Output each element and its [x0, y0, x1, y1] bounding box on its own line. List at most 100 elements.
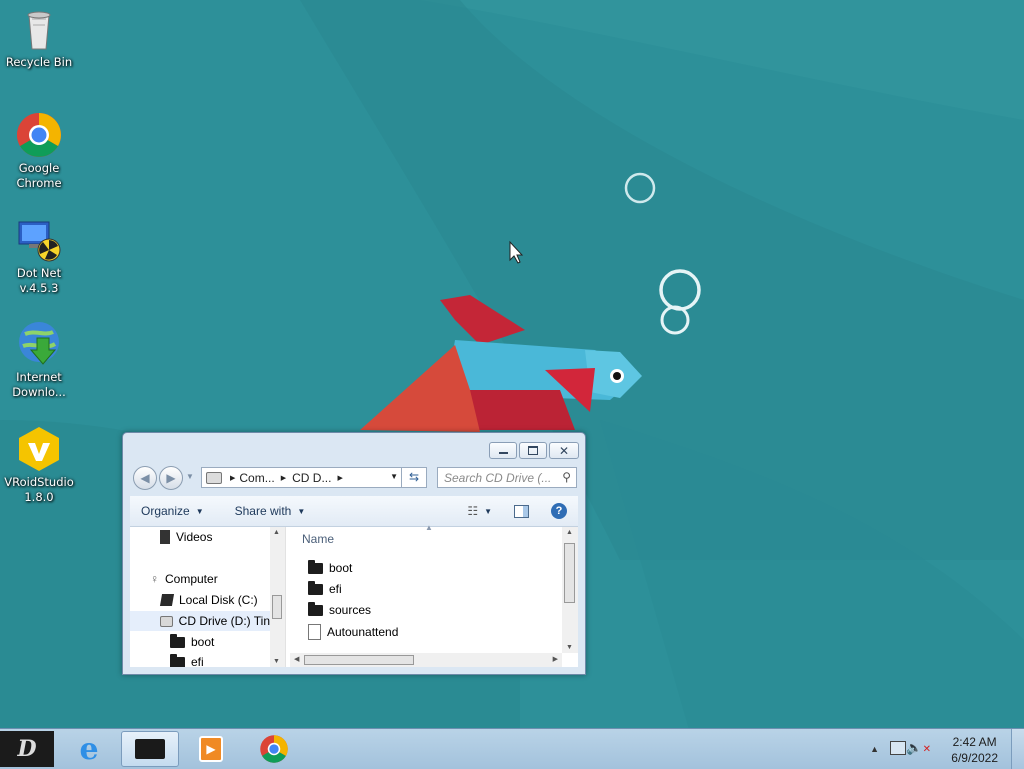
scroll-left-icon: ◀ — [294, 656, 300, 663]
file-list-pane[interactable]: ▲ Name boot efi sources Autounattend ▲ ▼… — [290, 523, 578, 667]
folder-icon — [308, 601, 323, 616]
file-row[interactable]: boot — [308, 559, 352, 575]
breadcrumb-computer[interactable]: Com... — [239, 471, 274, 485]
recent-pages-dropdown[interactable]: ▼ — [186, 472, 194, 481]
show-desktop-button[interactable] — [1011, 729, 1024, 769]
window-caption-buttons: ✕ — [489, 442, 579, 459]
help-icon: ? — [551, 503, 567, 519]
close-button[interactable]: ✕ — [549, 442, 579, 459]
command-bar: Organize ▼ Share with ▼ ☷ ▼ ? — [130, 496, 578, 527]
desktop-icon-google-chrome[interactable]: Google Chrome — [1, 111, 77, 191]
chevron-down-icon: ▼ — [195, 506, 204, 516]
nav-pane-scrollbar[interactable]: ▲ ▼ — [270, 527, 285, 667]
tree-item-label: efi — [191, 655, 204, 667]
minimize-button[interactable] — [489, 442, 517, 459]
breadcrumb-separator-icon: ▶ — [280, 474, 287, 482]
cd-drive-icon — [206, 471, 222, 484]
show-hidden-icons-button[interactable]: ▲ — [870, 744, 879, 754]
navigation-pane[interactable]: Videos ♀ Computer Local Disk (C:) CD Dri… — [130, 527, 286, 667]
scroll-thumb[interactable] — [564, 543, 575, 603]
search-placeholder: Search CD Drive (... — [444, 470, 552, 485]
breadcrumb-separator-icon: ▶ — [337, 474, 343, 482]
dot-net-installer-icon — [15, 216, 63, 264]
scroll-up-icon: ▲ — [273, 529, 280, 536]
taskbar-file-explorer[interactable] — [121, 731, 179, 767]
file-name: sources — [329, 603, 372, 617]
start-logo-icon: Ⅾ — [17, 736, 37, 762]
taskbar-internet-explorer[interactable]: e — [60, 731, 118, 767]
organize-label: Organize — [141, 504, 190, 518]
tree-item-label: boot — [191, 635, 215, 649]
scroll-thumb[interactable] — [272, 595, 282, 619]
recycle-bin-icon — [15, 5, 63, 53]
back-button[interactable]: ◀ — [133, 466, 157, 490]
desktop-icon-vroid-studio[interactable]: VRoidStudio 1.8.0 — [1, 425, 77, 505]
computer-icon: ♀ — [150, 572, 159, 586]
file-list-horizontal-scrollbar[interactable]: ◀ ▶ — [290, 653, 562, 667]
chrome-icon — [260, 735, 288, 763]
column-header-name[interactable]: Name — [290, 527, 548, 551]
share-with-label: Share with — [234, 504, 292, 518]
system-clock[interactable]: 2:42 AM 6/9/2022 — [951, 734, 998, 766]
clock-time: 2:42 AM — [952, 735, 997, 749]
navigation-bar: ◀ ▶ ▼ ▶ Com... ▶ CD D... ▶ ▼ ⇆ Search CD… — [131, 466, 577, 490]
scroll-up-icon: ▲ — [566, 529, 573, 536]
file-name: Autounattend — [327, 625, 399, 639]
file-row[interactable]: efi — [308, 580, 342, 596]
file-row[interactable]: sources — [308, 601, 372, 617]
start-button[interactable]: Ⅾ — [0, 731, 54, 767]
forward-button[interactable]: ▶ — [159, 466, 183, 490]
desktop-icon-recycle-bin[interactable]: Recycle Bin — [1, 5, 77, 70]
maximize-button[interactable] — [519, 442, 547, 459]
clock-date: 6/9/2022 — [951, 751, 998, 765]
taskbar-google-chrome[interactable] — [245, 731, 303, 767]
organize-menu[interactable]: Organize ▼ — [130, 504, 215, 518]
file-list-vertical-scrollbar[interactable]: ▲ ▼ — [562, 527, 578, 653]
address-history-dropdown[interactable]: ▼ — [390, 472, 398, 481]
tree-item-computer[interactable]: ♀ Computer — [150, 572, 218, 586]
desktop-icon-dot-net[interactable]: Dot Net v.4.5.3 — [1, 216, 77, 296]
scroll-right-icon: ▶ — [552, 656, 558, 663]
change-view-button[interactable]: ☷ ▼ — [456, 504, 503, 518]
restore-icon — [528, 446, 538, 455]
media-player-icon: ▶ — [199, 736, 223, 762]
back-arrow-icon: ◀ — [140, 471, 150, 485]
desktop-icon-label: Recycle Bin — [5, 55, 73, 69]
minimize-icon — [498, 452, 508, 454]
vroid-studio-icon — [15, 425, 63, 473]
tree-item-label: Local Disk (C:) — [179, 593, 258, 607]
tree-item-videos[interactable]: Videos — [160, 530, 212, 544]
chevron-down-icon: ▼ — [297, 506, 306, 516]
tree-item-boot[interactable]: boot — [170, 633, 215, 649]
file-explorer-window[interactable]: ✕ ◀ ▶ ▼ ▶ Com... ▶ CD D... ▶ ▼ ⇆ Search … — [122, 432, 586, 675]
taskbar-media-player[interactable]: ▶ — [182, 731, 240, 767]
search-input[interactable]: Search CD Drive (... ⚲ — [437, 467, 577, 488]
desktop-icon-label: VRoidStudio 1.8.0 — [4, 475, 74, 504]
hard-disk-icon — [159, 594, 175, 606]
folder-icon — [170, 633, 185, 648]
scroll-thumb[interactable] — [304, 655, 414, 665]
column-header-label: Name — [302, 532, 335, 546]
tree-item-label: Videos — [176, 530, 213, 544]
folder-icon — [170, 653, 185, 667]
tree-item-cd-drive[interactable]: CD Drive (D:) Tin — [130, 611, 270, 631]
breadcrumb-cd-drive[interactable]: CD D... — [292, 471, 331, 485]
refresh-button[interactable]: ⇆ — [401, 468, 426, 487]
address-bar[interactable]: ▶ Com... ▶ CD D... ▶ ▼ ⇆ — [201, 467, 427, 488]
share-with-menu[interactable]: Share with ▼ — [215, 504, 317, 518]
file-row[interactable]: Autounattend — [308, 624, 398, 640]
tree-item-efi[interactable]: efi — [170, 653, 204, 667]
network-icon[interactable] — [890, 741, 906, 755]
xml-file-icon — [308, 624, 321, 640]
help-button[interactable]: ? — [540, 503, 578, 519]
preview-pane-icon — [514, 504, 529, 518]
chevron-down-icon: ▼ — [484, 506, 492, 516]
desktop-icon-label: Internet Downlo... — [12, 370, 66, 399]
volume-muted-icon[interactable]: 🔈✕ — [906, 740, 931, 756]
breadcrumb-separator-icon: ▶ — [230, 474, 236, 482]
search-icon: ⚲ — [562, 470, 571, 484]
tree-item-local-disk[interactable]: Local Disk (C:) — [159, 593, 258, 607]
preview-pane-button[interactable] — [503, 504, 540, 518]
desktop-icon-internet-download-manager[interactable]: Internet Downlo... — [1, 320, 77, 400]
content-area: Videos ♀ Computer Local Disk (C:) CD Dri… — [130, 523, 578, 667]
